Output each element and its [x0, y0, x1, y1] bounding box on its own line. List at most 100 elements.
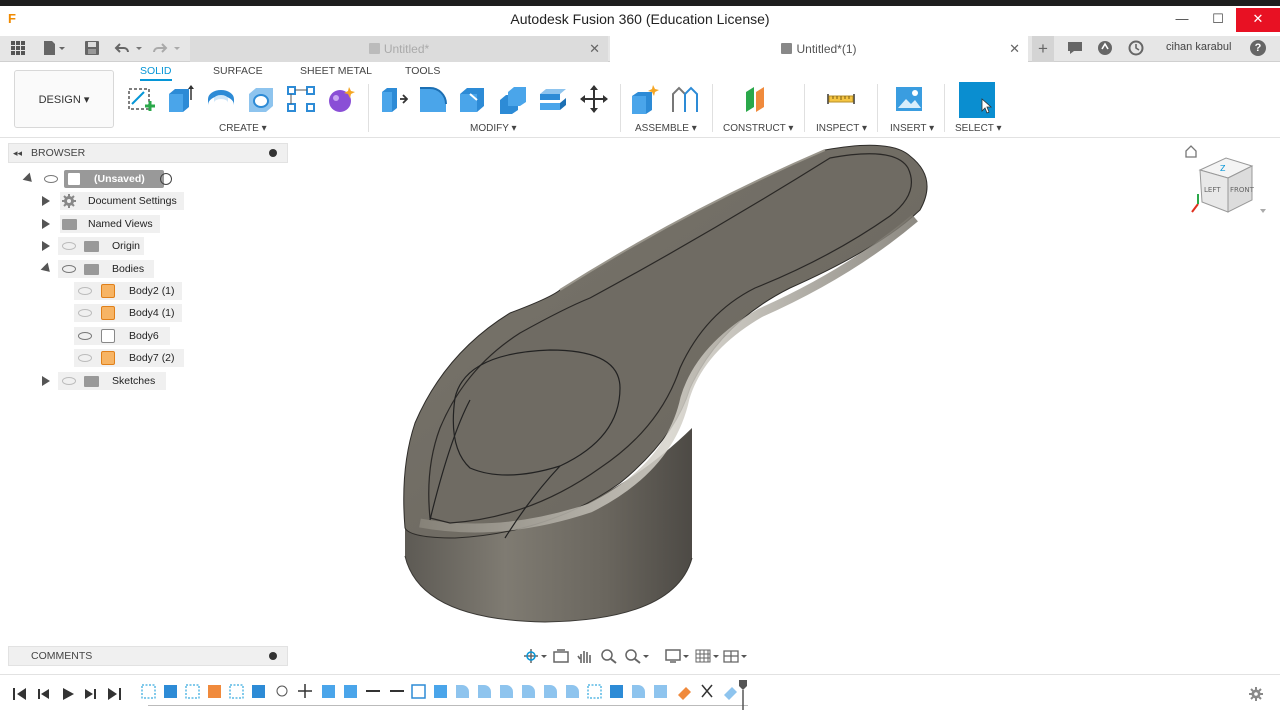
file-menu-icon[interactable] — [42, 40, 66, 58]
go-to-end-icon[interactable] — [106, 686, 122, 702]
browser-item-bodies[interactable]: Bodies — [38, 259, 288, 279]
browser-item-document-settings[interactable]: Document Settings — [38, 191, 288, 211]
visibility-eye-icon[interactable] — [78, 309, 92, 317]
visibility-eye-icon[interactable] — [78, 354, 92, 362]
notifications-icon[interactable] — [1066, 40, 1084, 58]
activate-radio-icon[interactable] — [160, 173, 172, 185]
move-copy-icon[interactable] — [579, 84, 609, 114]
timeline-settings-gear-icon[interactable] — [1248, 686, 1264, 702]
browser-item-body2[interactable]: Body2 (1) — [74, 281, 284, 301]
collapse-panel-icon[interactable]: ◂◂ — [13, 144, 22, 162]
pan-hand-icon[interactable] — [576, 648, 594, 664]
visibility-eye-icon[interactable] — [62, 265, 76, 273]
timeline-features[interactable] — [140, 681, 740, 703]
visibility-eye-icon[interactable] — [62, 377, 76, 385]
chamfer-icon[interactable] — [458, 84, 488, 114]
browser-item-origin[interactable]: Origin — [38, 236, 288, 256]
expand-triangle-icon[interactable] — [42, 376, 50, 386]
fit-zoom-icon[interactable] — [624, 648, 642, 664]
extrude-icon[interactable] — [166, 84, 196, 114]
add-comment-icon[interactable] — [269, 652, 277, 660]
handle-model[interactable] — [290, 138, 1280, 674]
split-body-icon[interactable] — [538, 84, 568, 114]
minimize-button[interactable]: — — [1164, 8, 1200, 32]
visibility-eye-icon[interactable] — [78, 332, 92, 340]
go-to-start-icon[interactable] — [12, 686, 28, 702]
step-forward-icon[interactable] — [82, 686, 98, 702]
browser-panel-header[interactable]: ◂◂ BROWSER — [8, 143, 288, 163]
insert-group-label[interactable]: INSERT ▾ — [890, 123, 934, 134]
close-tab-icon[interactable]: ✕ — [589, 36, 600, 62]
look-at-icon[interactable] — [552, 648, 570, 664]
orbit-icon[interactable] — [522, 648, 540, 664]
viewports-icon[interactable] — [722, 648, 740, 664]
browser-root-row[interactable]: (Unsaved) — [20, 169, 290, 189]
clock-icon[interactable] — [1128, 40, 1144, 58]
3d-viewport[interactable]: LEFT FRONT Z — [290, 138, 1280, 674]
browser-item-body6[interactable]: Body6 — [74, 326, 284, 346]
select-group-label[interactable]: SELECT ▾ — [955, 123, 1002, 134]
timeline-marker[interactable] — [738, 679, 748, 711]
workspace-switcher[interactable]: DESIGN ▾ — [14, 70, 114, 128]
close-button[interactable]: ✕ — [1236, 8, 1280, 32]
data-panel-grid-icon[interactable] — [10, 40, 26, 58]
joint-icon[interactable] — [670, 84, 700, 114]
grid-dropdown-icon[interactable] — [712, 648, 720, 664]
tab-sheet-metal[interactable]: SHEET METAL — [300, 65, 372, 77]
home-view-icon[interactable] — [1184, 144, 1198, 158]
browser-item-named-views[interactable]: Named Views — [38, 214, 288, 234]
create-form-icon[interactable] — [326, 84, 356, 114]
new-tab-button[interactable]: + — [1032, 36, 1054, 62]
maximize-button[interactable]: ☐ — [1200, 8, 1236, 32]
comments-panel-header[interactable]: COMMENTS — [8, 646, 288, 666]
zoom-window-icon[interactable] — [600, 648, 618, 664]
step-back-icon[interactable] — [36, 686, 52, 702]
tab-surface[interactable]: SURFACE — [213, 65, 263, 77]
inspect-group-label[interactable]: INSPECT ▾ — [816, 123, 867, 134]
viewports-dropdown-icon[interactable] — [740, 648, 748, 664]
measure-icon[interactable] — [826, 84, 856, 114]
display-dropdown-icon[interactable] — [682, 648, 690, 664]
display-settings-icon[interactable] — [664, 648, 682, 664]
modify-group-label[interactable]: MODIFY ▾ — [470, 123, 517, 134]
save-icon[interactable] — [84, 40, 100, 58]
revolve-icon[interactable] — [206, 84, 236, 114]
construct-group-label[interactable]: CONSTRUCT ▾ — [723, 123, 793, 134]
undo-icon[interactable] — [114, 40, 144, 58]
grid-settings-icon[interactable] — [694, 648, 712, 664]
hole-icon[interactable] — [246, 84, 276, 114]
select-icon[interactable] — [959, 82, 995, 118]
play-icon[interactable] — [60, 686, 76, 702]
new-component-icon[interactable] — [630, 84, 660, 114]
browser-item-sketches[interactable]: Sketches — [38, 371, 288, 391]
visibility-eye-icon[interactable] — [78, 287, 92, 295]
expand-triangle-icon[interactable] — [42, 196, 50, 206]
user-name[interactable]: cihan karabul — [1166, 41, 1231, 53]
shell-icon[interactable] — [498, 84, 528, 114]
tab-untitled[interactable]: Untitled* ✕ — [190, 36, 608, 62]
browser-item-body7[interactable]: Body7 (2) — [74, 348, 284, 368]
visibility-eye-icon[interactable] — [62, 242, 76, 250]
fillet-icon[interactable] — [418, 84, 448, 114]
zoom-dropdown-icon[interactable] — [642, 648, 650, 664]
redo-icon[interactable] — [152, 40, 182, 58]
insert-image-icon[interactable] — [894, 84, 924, 114]
create-sketch-icon[interactable] — [126, 84, 156, 114]
tab-untitled-1[interactable]: Untitled*(1) ✕ — [610, 36, 1028, 62]
tab-tools[interactable]: TOOLS — [405, 65, 440, 77]
help-icon[interactable]: ? — [1250, 40, 1266, 56]
press-pull-icon[interactable] — [378, 84, 408, 114]
visibility-eye-icon[interactable] — [44, 175, 58, 183]
panel-option-icon[interactable] — [269, 149, 277, 157]
tab-solid[interactable]: SOLID — [140, 65, 172, 81]
orbit-dropdown-icon[interactable] — [540, 648, 548, 664]
create-group-label[interactable]: CREATE ▾ — [219, 123, 267, 134]
expand-triangle-icon[interactable] — [42, 241, 50, 251]
browser-item-body4[interactable]: Body4 (1) — [74, 303, 284, 323]
assemble-group-label[interactable]: ASSEMBLE ▾ — [635, 123, 697, 134]
offset-plane-icon[interactable] — [742, 84, 772, 114]
expand-triangle-icon[interactable] — [42, 219, 50, 229]
close-tab-icon[interactable]: ✕ — [1009, 36, 1020, 62]
collapse-triangle-icon[interactable] — [22, 172, 36, 186]
collapse-triangle-icon[interactable] — [40, 262, 54, 276]
